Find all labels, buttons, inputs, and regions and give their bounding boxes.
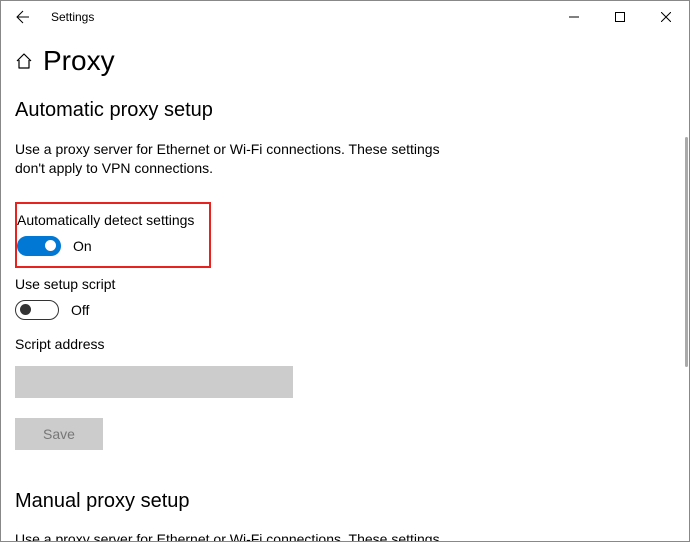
home-icon[interactable] xyxy=(15,52,33,70)
window-controls xyxy=(551,1,689,33)
auto-detect-toggle-row: On xyxy=(17,236,199,256)
titlebar-left: Settings xyxy=(7,1,94,33)
auto-detect-state: On xyxy=(73,238,92,254)
back-arrow-icon xyxy=(15,9,31,25)
toggle-knob xyxy=(20,304,31,315)
close-icon xyxy=(661,12,671,22)
toggle-knob xyxy=(45,240,56,251)
page-title: Proxy xyxy=(43,45,115,77)
setup-script-block: Use setup script Off xyxy=(15,276,685,320)
script-address-label: Script address xyxy=(15,336,685,352)
automatic-description: Use a proxy server for Ethernet or Wi-Fi… xyxy=(15,140,455,178)
highlight-annotation: Automatically detect settings On xyxy=(15,202,211,268)
minimize-button[interactable] xyxy=(551,1,597,33)
save-button[interactable]: Save xyxy=(15,418,103,450)
close-button[interactable] xyxy=(643,1,689,33)
automatic-section-heading: Automatic proxy setup xyxy=(15,99,685,122)
manual-description: Use a proxy server for Ethernet or Wi-Fi… xyxy=(15,531,455,541)
script-address-block: Script address xyxy=(15,336,685,418)
maximize-icon xyxy=(615,12,625,22)
script-address-input[interactable] xyxy=(15,366,293,398)
setup-script-label: Use setup script xyxy=(15,276,685,292)
scrollbar[interactable] xyxy=(685,137,688,367)
auto-detect-toggle[interactable] xyxy=(17,236,61,256)
setup-script-state: Off xyxy=(71,302,89,318)
setup-script-toggle-row: Off xyxy=(15,300,685,320)
manual-section-heading: Manual proxy setup xyxy=(15,490,685,513)
page-header: Proxy xyxy=(15,45,685,77)
window-title: Settings xyxy=(51,10,94,24)
minimize-icon xyxy=(569,12,579,22)
setup-script-toggle[interactable] xyxy=(15,300,59,320)
auto-detect-label: Automatically detect settings xyxy=(17,212,199,228)
back-button[interactable] xyxy=(7,1,39,33)
maximize-button[interactable] xyxy=(597,1,643,33)
titlebar: Settings xyxy=(1,1,689,33)
content-area: Proxy Automatic proxy setup Use a proxy … xyxy=(1,33,689,541)
